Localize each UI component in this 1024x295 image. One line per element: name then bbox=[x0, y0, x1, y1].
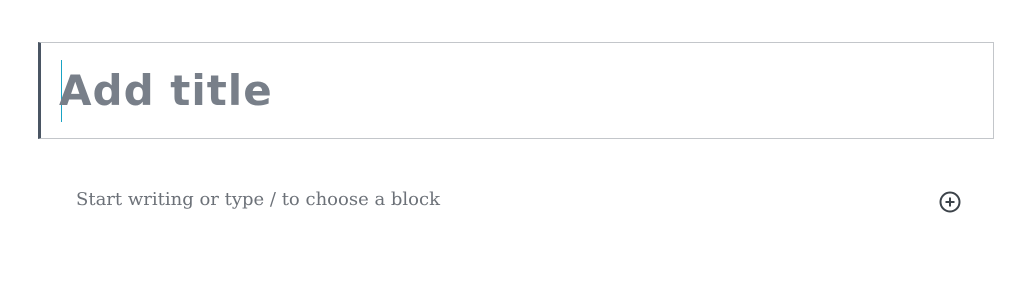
add-block-button[interactable] bbox=[938, 190, 962, 214]
post-title-placeholder: Add title bbox=[59, 66, 273, 115]
paragraph-block[interactable]: Start writing or type / to choose a bloc… bbox=[76, 186, 916, 214]
paragraph-placeholder: Start writing or type / to choose a bloc… bbox=[76, 189, 441, 210]
block-editor-canvas: Add title Start writing or type / to cho… bbox=[0, 0, 1024, 295]
post-title-field[interactable]: Add title bbox=[38, 42, 994, 139]
plus-circle-icon bbox=[939, 191, 961, 213]
